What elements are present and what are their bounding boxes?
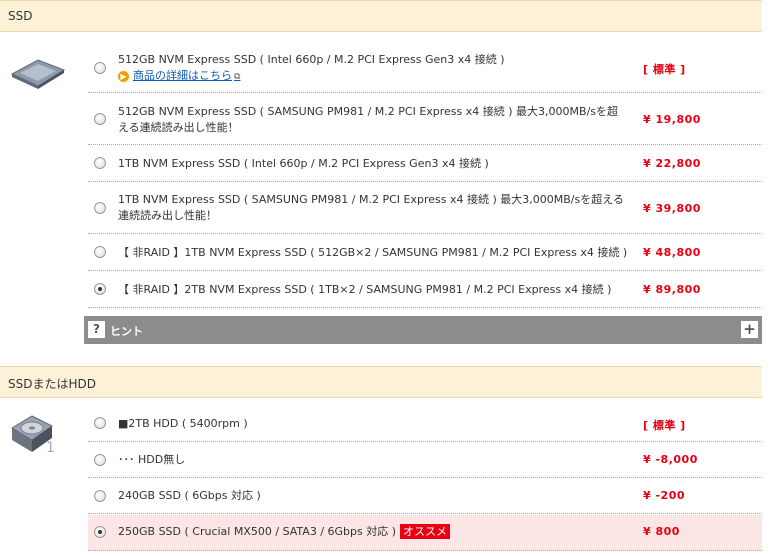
option-row[interactable]: ■2TB HDD ( 5400rpm ) [ 標準 ] xyxy=(88,406,762,442)
option-row[interactable]: 240GB SSD ( 6Gbps 対応 ) ¥ -200 xyxy=(88,479,762,514)
radio-button[interactable] xyxy=(94,246,106,258)
option-label: 250GB SSD ( Crucial MX500 / SATA3 / 6Gbp… xyxy=(118,524,628,540)
expand-plus-icon[interactable]: + xyxy=(741,321,758,338)
radio-button-checked[interactable] xyxy=(94,526,106,538)
option-row[interactable]: 【 非RAID 】1TB NVM Express SSD ( 512GB×2 /… xyxy=(88,235,762,271)
option-price: [ 標準 ] xyxy=(643,63,686,76)
hdd-icon: 1 xyxy=(0,410,84,462)
detail-link[interactable]: ▶ 商品の詳細はこちら ⧉ xyxy=(118,68,628,85)
radio-button[interactable] xyxy=(94,490,106,502)
option-label: 240GB SSD ( 6Gbps 対応 ) xyxy=(118,489,261,502)
option-price: ¥ 89,800 xyxy=(643,283,701,296)
radio-button[interactable] xyxy=(94,454,106,466)
option-text: 250GB SSD ( Crucial MX500 / SATA3 / 6Gbp… xyxy=(118,525,397,538)
option-row[interactable]: ･･･ HDD無し ¥ -8,000 xyxy=(88,443,762,478)
option-label: 1TB NVM Express SSD ( Intel 660p / M.2 P… xyxy=(118,157,489,170)
section-header-ssd: SSD xyxy=(0,0,762,32)
section-title: SSD xyxy=(8,9,33,23)
option-price: [ 標準 ] xyxy=(643,419,686,432)
recommend-badge: オススメ xyxy=(400,524,451,539)
hint-bar[interactable]: ? ヒント + xyxy=(84,316,762,344)
option-row[interactable]: 1TB NVM Express SSD ( SAMSUNG PM981 / M.… xyxy=(88,183,762,234)
option-row-selected[interactable]: 250GB SSD ( Crucial MX500 / SATA3 / 6Gbp… xyxy=(88,515,762,551)
hint-label: ヒント xyxy=(110,325,143,338)
option-price: ¥ -200 xyxy=(643,489,686,502)
option-label: 【 非RAID 】2TB NVM Express SSD ( 1TB×2 / S… xyxy=(118,283,612,296)
detail-link-text: 商品の詳細はこちら xyxy=(133,69,232,82)
icon-caption: 1 xyxy=(46,440,55,456)
option-price: ¥ 48,800 xyxy=(643,246,701,259)
radio-button-checked[interactable] xyxy=(94,283,106,295)
option-row[interactable]: 512GB NVM Express SSD ( SAMSUNG PM981 / … xyxy=(88,94,762,145)
external-window-icon: ⧉ xyxy=(234,72,241,82)
option-row[interactable]: 1TB NVM Express SSD ( Intel 660p / M.2 P… xyxy=(88,146,762,182)
radio-button[interactable] xyxy=(94,202,106,214)
option-label: ･･･ HDD無し xyxy=(118,453,186,466)
arrow-right-icon: ▶ xyxy=(118,70,129,82)
option-price: ¥ 22,800 xyxy=(643,157,701,170)
option-label: 1TB NVM Express SSD ( SAMSUNG PM981 / M.… xyxy=(118,193,624,222)
question-icon: ? xyxy=(88,321,105,338)
section-title: SSDまたはHDD xyxy=(8,377,96,391)
option-label: ■2TB HDD ( 5400rpm ) xyxy=(118,417,248,430)
option-price: ¥ 19,800 xyxy=(643,113,701,126)
radio-button[interactable] xyxy=(94,113,106,125)
option-row-selected[interactable]: 【 非RAID 】2TB NVM Express SSD ( 1TB×2 / S… xyxy=(88,272,762,308)
section-header-ssd-or-hdd: SSDまたはHDD xyxy=(0,366,762,398)
option-price: ¥ -8,000 xyxy=(643,453,698,466)
ssd-icon xyxy=(0,52,84,92)
radio-button[interactable] xyxy=(94,157,106,169)
radio-button[interactable] xyxy=(94,62,106,74)
option-label: 512GB NVM Express SSD ( Intel 660p / M.2… xyxy=(118,52,628,85)
radio-button[interactable] xyxy=(94,417,106,429)
option-row[interactable]: 512GB NVM Express SSD ( Intel 660p / M.2… xyxy=(88,44,762,93)
option-text: 512GB NVM Express SSD ( Intel 660p / M.2… xyxy=(118,53,505,66)
option-price: ¥ 800 xyxy=(643,525,680,538)
option-price: ¥ 39,800 xyxy=(643,202,701,215)
option-label: 【 非RAID 】1TB NVM Express SSD ( 512GB×2 /… xyxy=(118,246,628,259)
option-label: 512GB NVM Express SSD ( SAMSUNG PM981 / … xyxy=(118,105,619,134)
